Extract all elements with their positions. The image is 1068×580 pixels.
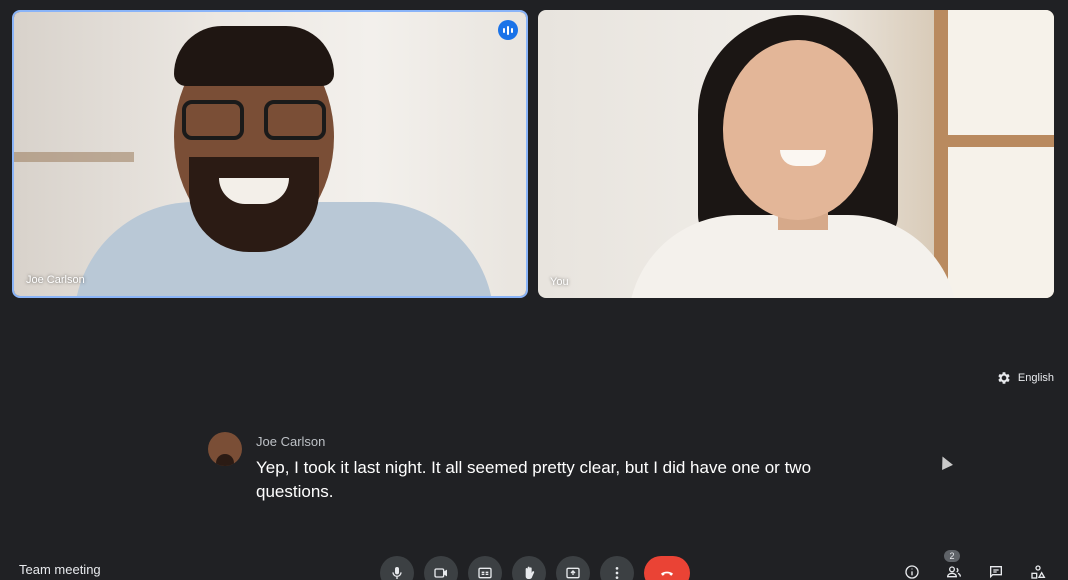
- call-controls: [380, 556, 690, 580]
- microphone-icon: [392, 567, 402, 579]
- participant-tile-you[interactable]: You: [538, 10, 1054, 298]
- meeting-side-panel-icons: 2: [900, 550, 1050, 580]
- caption-text: Yep, I took it last night. It all seemed…: [256, 458, 812, 501]
- speaking-indicator-icon: [498, 20, 518, 40]
- caption-language-label: English: [1017, 372, 1054, 384]
- more-options-icon: [615, 567, 619, 579]
- participant-name-label: Joe Carlson: [26, 274, 85, 286]
- mouse-cursor-icon: [937, 454, 953, 470]
- end-call-button[interactable]: [644, 556, 690, 580]
- raise-hand-button[interactable]: [512, 556, 546, 580]
- meeting-title: Team meeting: [19, 562, 101, 577]
- caption-speaker-name: Joe Carlson: [256, 434, 326, 449]
- captions-icon: [478, 567, 492, 579]
- background-window: [934, 10, 1054, 298]
- people-count-badge: 2: [944, 550, 960, 562]
- chat-icon: [990, 566, 1002, 579]
- camera-icon: [434, 568, 447, 578]
- chat-button[interactable]: [984, 560, 1008, 580]
- captions-button[interactable]: [468, 556, 502, 580]
- avatar: [208, 432, 242, 466]
- camera-button[interactable]: [424, 556, 458, 580]
- raise-hand-icon: [525, 566, 535, 580]
- participant-tile-joe-carlson[interactable]: Joe Carlson: [12, 10, 528, 298]
- activities-button[interactable]: [1026, 560, 1050, 580]
- participant-name-label: You: [550, 276, 569, 288]
- more-options-button[interactable]: [600, 556, 634, 580]
- gear-icon: [998, 372, 1010, 384]
- people-button[interactable]: 2: [942, 550, 966, 580]
- present-screen-icon: [566, 567, 580, 579]
- background-shelf: [14, 152, 134, 162]
- caption-language-button[interactable]: English: [996, 370, 1054, 386]
- meeting-details-icon: [905, 565, 919, 579]
- bottom-bar: Team meeting 2: [0, 546, 1068, 580]
- present-screen-button[interactable]: [556, 556, 590, 580]
- activities-icon: [1031, 565, 1046, 579]
- microphone-button[interactable]: [380, 556, 414, 580]
- people-icon: [946, 566, 961, 578]
- end-call-icon: [661, 571, 673, 576]
- meeting-details-button[interactable]: [900, 560, 924, 580]
